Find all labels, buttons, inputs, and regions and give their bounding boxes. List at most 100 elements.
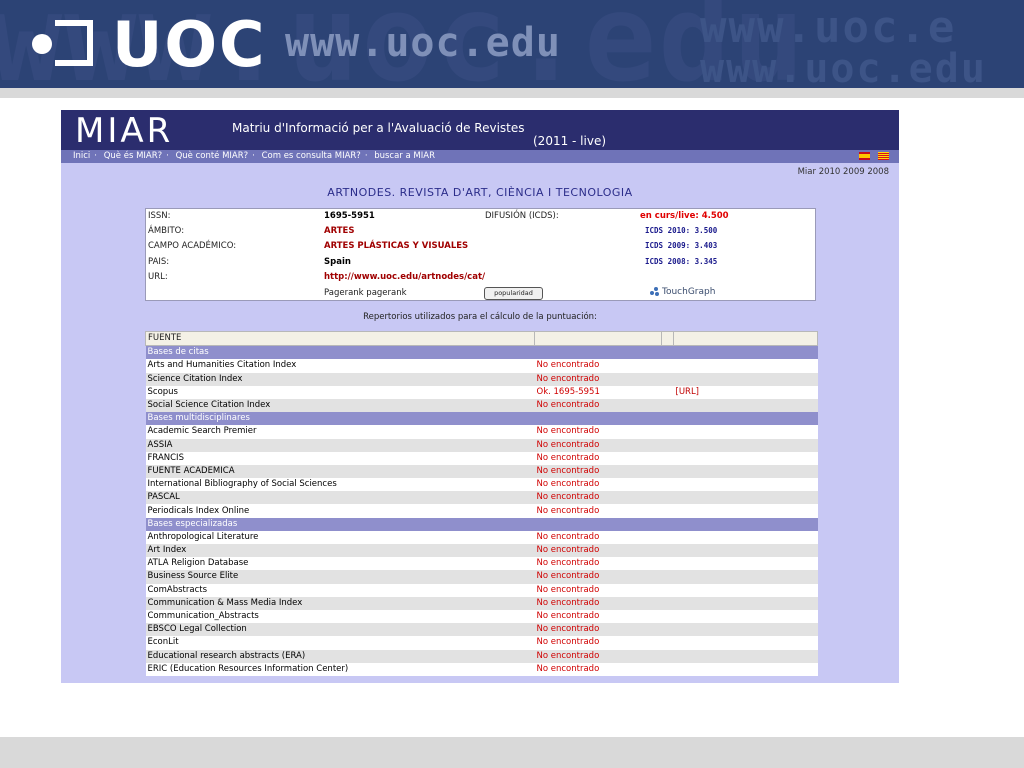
uoc-logo: UOC	[112, 8, 267, 81]
table-row: ATLA Religion Database No encontrado	[145, 557, 818, 571]
source-name: Educational research abstracts (ERA)	[145, 649, 535, 663]
table-row: Academic Search Premier No encontrado	[145, 425, 818, 439]
source-status: No encontrado	[534, 583, 662, 597]
miar-years[interactable]: Miar 2010 2009 2008	[798, 167, 889, 177]
source-status: Ok. 1695-5951	[534, 385, 662, 399]
touchgraph-icon	[650, 287, 659, 296]
source-name: Scopus	[145, 385, 535, 399]
source-url-link	[673, 544, 818, 558]
icds-2008-value: ICDS 2008: 3.345	[645, 257, 718, 266]
source-url-link	[673, 583, 818, 597]
source-url-link	[673, 596, 818, 610]
miar-logo: MIAR	[75, 111, 174, 151]
table-header-row: FUENTE	[145, 330, 818, 347]
catalan-flag-icon[interactable]	[878, 152, 889, 160]
spanish-flag-icon[interactable]	[859, 152, 870, 160]
source-name: Science Citation Index	[145, 372, 535, 386]
source-url-link	[673, 570, 818, 584]
source-url-link	[673, 504, 818, 518]
source-name: Social Science Citation Index	[145, 398, 535, 413]
nav-link-buscar[interactable]: buscar a MIAR	[374, 151, 435, 161]
source-url-link	[673, 636, 818, 650]
table-row: ASSIA No encontrado	[145, 438, 818, 452]
source-name: International Bibliography of Social Sci…	[145, 478, 535, 492]
nav-link-inici[interactable]: Inici	[73, 151, 90, 161]
url-label: URL:	[148, 272, 168, 282]
source-name: PASCAL	[145, 491, 535, 505]
nav-link-que-es[interactable]: Què és MIAR?	[104, 151, 162, 161]
table-row: Arts and Humanities Citation Index No enc…	[145, 359, 818, 373]
table-row: Educational research abstracts (ERA) No e…	[145, 649, 818, 663]
repertorios-title: Repertorios utilizados para el cálculo d…	[363, 312, 597, 322]
source-status: No encontrado	[534, 425, 662, 439]
journal-info-box: ISSN: 1695-5951 ÁMBITO: ARTES CAMPO ACAD…	[145, 208, 816, 301]
source-status: No encontrado	[534, 557, 662, 571]
source-name: Art Index	[145, 544, 535, 558]
source-url-link	[673, 491, 818, 505]
source-status: No encontrado	[534, 609, 662, 624]
source-url-link	[673, 478, 818, 492]
source-name: FUENTE ACADEMICA	[145, 464, 535, 479]
table-row: EBSCO Legal Collection No encontrado	[145, 623, 818, 637]
source-status: No encontrado	[534, 623, 662, 637]
uoc-url: www.uoc.edu	[285, 20, 561, 66]
source-url-link	[673, 649, 818, 663]
category-label: Bases de citas	[145, 345, 818, 360]
sources-table: FUENTE Bases de citas Arts and Humanities…	[145, 330, 818, 676]
source-name: ComAbstracts	[145, 583, 535, 597]
issn-value: 1695-5951	[324, 211, 375, 221]
source-url-link[interactable]: [URL]	[673, 385, 818, 399]
source-name: ASSIA	[145, 438, 535, 452]
table-row: Social Science Citation Index No encontra…	[145, 398, 818, 413]
source-name: EconLit	[145, 636, 535, 650]
source-name: Periodicals Index Online	[145, 504, 535, 518]
icds-2010-value: ICDS 2010: 3.500	[645, 226, 718, 235]
ambito-label: ÁMBITO:	[148, 226, 185, 236]
table-row: International Bibliography of Social Sci…	[145, 478, 818, 492]
banner-divider	[0, 88, 1024, 98]
uoc-logo-dot-icon	[32, 34, 52, 54]
source-name: Communication_Abstracts	[145, 609, 535, 624]
source-name: Communication & Mass Media Index	[145, 596, 535, 610]
table-row: FRANCIS No encontrado	[145, 451, 818, 465]
table-header-fuente: FUENTE	[145, 330, 535, 347]
source-status: No encontrado	[534, 464, 662, 479]
table-row: Scopus Ok. 1695-5951 [URL]	[145, 385, 818, 399]
source-status: No encontrado	[534, 649, 662, 663]
popularidad-button[interactable]: popularidad	[484, 287, 543, 300]
source-url-link	[673, 372, 818, 386]
source-status: No encontrado	[534, 636, 662, 650]
source-status: No encontrado	[534, 451, 662, 465]
source-status: No encontrado	[534, 544, 662, 558]
banner-bg-text: www.uoc.edu	[700, 46, 987, 88]
source-status: No encontrado	[534, 398, 662, 413]
footer-bar	[0, 737, 1024, 768]
source-name: ATLA Religion Database	[145, 557, 535, 571]
pais-label: PAIS:	[148, 257, 170, 267]
icds-2009-value: ICDS 2009: 3.403	[645, 241, 718, 250]
table-row: Art Index No encontrado	[145, 544, 818, 558]
journal-url-link[interactable]: http://www.uoc.edu/artnodes/cat/	[324, 272, 485, 282]
touchgraph-link[interactable]: TouchGraph	[650, 287, 715, 297]
miar-live-label: (2011 - live)	[533, 134, 607, 148]
source-status: No encontrado	[534, 438, 662, 452]
table-row: Anthropological Literature No encontrado	[145, 530, 818, 544]
source-url-link	[673, 609, 818, 624]
source-status: No encontrado	[534, 372, 662, 386]
source-url-link	[673, 451, 818, 465]
nav-link-com-es-consulta[interactable]: Com es consulta MIAR?	[262, 151, 361, 161]
source-status: No encontrado	[534, 504, 662, 518]
ambito-value: ARTES	[324, 226, 355, 236]
table-category-row: Bases de citas	[145, 345, 818, 360]
source-status: No encontrado	[534, 530, 662, 544]
nav-link-que-conte[interactable]: Què conté MIAR?	[176, 151, 249, 161]
miar-subtitle: Matriu d'Informació per a l'Avaluació de…	[232, 121, 525, 135]
popularidad-label: popularidad	[494, 289, 533, 297]
source-name: Arts and Humanities Citation Index	[145, 359, 535, 373]
source-url-link	[673, 398, 818, 413]
source-status: No encontrado	[534, 491, 662, 505]
table-row: Business Source Elite No encontrado	[145, 570, 818, 584]
table-category-row: Bases especializadas	[145, 517, 818, 531]
miar-header: MIAR Matriu d'Informació per a l'Avaluac…	[61, 110, 899, 151]
uoc-logo-square-icon	[55, 20, 93, 66]
